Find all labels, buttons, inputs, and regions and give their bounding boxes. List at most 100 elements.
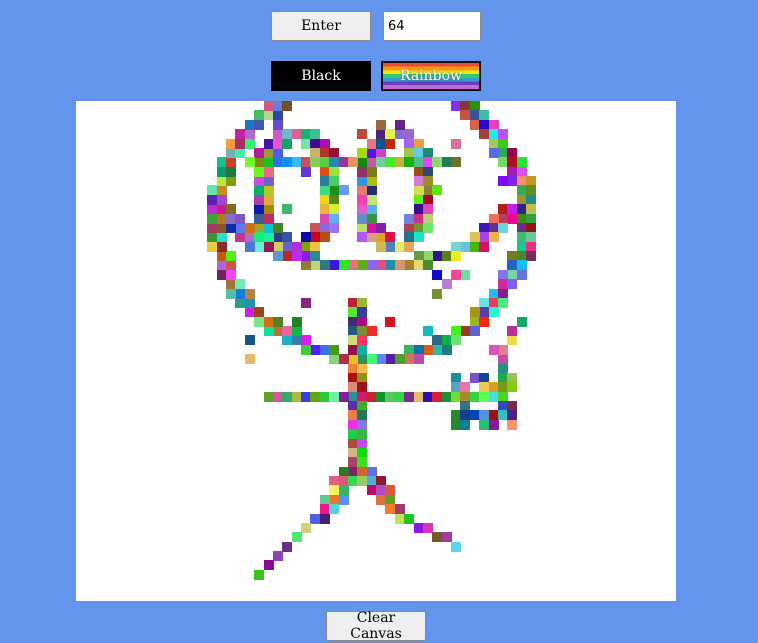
painted-pixel (272, 222, 283, 233)
painted-pixel (329, 354, 340, 365)
painted-pixel (282, 251, 293, 261)
painted-pixel (488, 307, 499, 318)
rainbow-mode-button[interactable]: Rainbow (381, 61, 481, 91)
painted-pixel (226, 166, 236, 177)
painted-pixel (441, 344, 452, 355)
painted-pixel (366, 213, 377, 224)
painted-pixel (329, 344, 340, 355)
painted-pixel (235, 232, 246, 243)
painted-pixel (526, 204, 536, 215)
painted-pixel (357, 232, 368, 243)
painted-pixel (301, 344, 311, 355)
painted-pixel (413, 354, 424, 365)
painted-pixel (488, 147, 499, 158)
painted-pixel (301, 166, 311, 177)
painted-pixel (460, 241, 471, 252)
painted-pixel (263, 185, 274, 196)
painted-pixel (394, 354, 405, 365)
painted-pixel (422, 344, 433, 355)
black-mode-button[interactable]: Black (271, 61, 371, 91)
painted-pixel (226, 260, 236, 271)
painted-pixel (310, 344, 321, 355)
grid-size-input[interactable] (383, 11, 481, 41)
painted-pixel (226, 204, 236, 215)
painted-pixel (357, 129, 368, 140)
painted-pixel (366, 232, 377, 243)
painted-pixel (451, 251, 461, 261)
painted-pixel (357, 260, 368, 271)
painted-pixel (394, 260, 405, 271)
painted-pixel (244, 222, 255, 233)
painted-pixel (479, 241, 490, 252)
painted-pixel (310, 251, 321, 261)
painted-pixel (469, 326, 480, 336)
painted-pixel (422, 176, 433, 186)
painted-pixel (244, 297, 255, 308)
painted-pixel (272, 551, 283, 561)
painted-pixel (244, 157, 255, 168)
painted-pixel (451, 335, 461, 346)
painted-pixel (347, 157, 358, 168)
painted-pixel (301, 260, 311, 271)
painted-pixel (254, 569, 265, 580)
painted-pixel (282, 541, 293, 552)
painted-pixel (488, 232, 499, 243)
painted-pixel (291, 326, 302, 336)
painted-pixel (479, 382, 490, 393)
painted-pixel (319, 513, 330, 524)
painted-pixel (329, 260, 340, 271)
painted-pixel (516, 316, 527, 327)
painted-pixel (394, 119, 405, 130)
painted-pixel (254, 119, 265, 130)
painted-pixel (366, 260, 377, 271)
painted-pixel (338, 391, 349, 402)
enter-button[interactable]: Enter (271, 11, 371, 41)
painted-pixel (338, 494, 349, 505)
painted-pixel (263, 194, 274, 205)
painted-pixel (263, 166, 274, 177)
painted-pixel (366, 354, 377, 365)
painted-pixel (291, 251, 302, 261)
painted-pixel (376, 241, 386, 252)
painted-pixel (507, 419, 518, 430)
painted-pixel (460, 419, 471, 430)
painted-pixel (507, 335, 518, 346)
painted-pixel (272, 251, 283, 261)
painted-pixel (366, 204, 377, 215)
painted-pixel (282, 138, 293, 149)
painted-pixel (226, 176, 236, 186)
painted-pixel (497, 176, 508, 186)
painted-pixel (404, 157, 415, 168)
painted-pixel (347, 260, 358, 271)
painted-pixel (376, 260, 386, 271)
drawing-canvas[interactable] (76, 101, 676, 601)
painted-pixel (432, 288, 443, 299)
painted-pixel (385, 232, 396, 243)
painted-pixel (507, 279, 518, 290)
painted-pixel (254, 241, 265, 252)
painted-pixel (254, 232, 265, 243)
painted-pixel (226, 157, 236, 168)
painted-pixel (451, 269, 461, 280)
painted-pixel (460, 269, 471, 280)
painted-pixel (291, 532, 302, 543)
painted-pixel (310, 260, 321, 271)
painted-pixel (497, 354, 508, 365)
painted-pixel (319, 232, 330, 243)
painted-pixel (413, 232, 424, 243)
painted-pixel (441, 279, 452, 290)
painted-pixel (488, 419, 499, 430)
painted-pixel (422, 222, 433, 233)
painted-pixel (451, 138, 461, 149)
painted-pixel (422, 326, 433, 336)
painted-pixel (282, 101, 293, 111)
painted-pixel (263, 213, 274, 224)
painted-pixel (244, 241, 255, 252)
painted-pixel (272, 316, 283, 327)
painted-pixel (376, 119, 386, 130)
clear-canvas-button[interactable]: Clear Canvas (326, 610, 426, 642)
painted-pixel (310, 157, 321, 168)
painted-pixel (226, 251, 236, 261)
painted-pixel (451, 157, 461, 168)
painted-pixel (282, 335, 293, 346)
